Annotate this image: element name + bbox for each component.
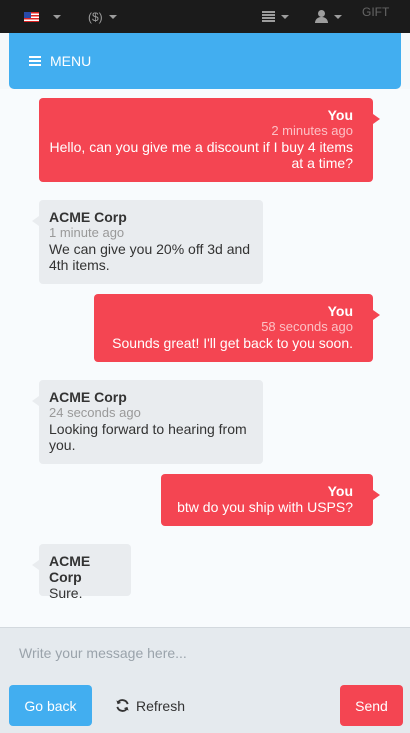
refresh-icon [116,699,129,712]
message-text: Sounds great! I'll get back to you soon. [112,335,353,351]
message-text: Sure. [49,585,83,601]
account-dropdown[interactable] [315,0,342,33]
nav-menu-dropdown[interactable] [262,0,289,33]
message-time: 58 seconds ago [261,319,353,334]
message-text: btw do you ship with USPS? [177,499,353,515]
message-time: 24 seconds ago [49,405,141,420]
chevron-down-icon [108,14,117,19]
message-author: ACME Corp [49,553,91,585]
menu-button[interactable]: MENU [9,33,401,89]
message-text: Hello, can you give me a discount if I b… [49,139,353,171]
language-dropdown[interactable] [24,0,61,33]
us-flag-icon [24,11,39,22]
message-time: 1 minute ago [49,225,125,240]
chevron-down-icon [281,14,289,19]
user-icon [315,10,328,23]
hamburger-icon [29,56,41,66]
go-back-button[interactable]: Go back [9,685,92,726]
chat-composer: Go back Refresh Send [0,627,410,733]
top-navbar: ($) GIFT [0,0,410,33]
refresh-label: Refresh [135,697,186,714]
menu-label: MENU [50,53,92,69]
chevron-down-icon [53,14,61,19]
currency-dropdown[interactable]: ($) [88,0,117,33]
message-bubble-outgoing: You 58 seconds ago Sounds great! I'll ge… [94,294,380,362]
message-text: We can give you 20% off 3d and 4th items… [49,241,251,273]
chevron-down-icon [334,14,342,19]
message-time: 2 minutes ago [271,123,353,138]
currency-label: ($) [88,9,103,24]
message-bubble-incoming: ACME Corp 1 minute ago We can give you 2… [32,200,263,284]
refresh-button[interactable]: Refresh [106,685,194,726]
message-input[interactable] [0,628,410,678]
message-author: You [327,303,353,319]
gift-link[interactable]: GIFT [362,0,389,33]
send-button[interactable]: Send [340,685,403,726]
list-icon [262,11,275,22]
message-bubble-outgoing: You btw do you ship with USPS? [161,474,380,526]
message-bubble-incoming: ACME Corp 24 seconds ago Looking forward… [32,380,263,464]
message-author: You [327,107,353,123]
message-text: Looking forward to hearing from you. [49,421,247,453]
message-bubble-outgoing: You 2 minutes ago Hello, can you give me… [39,98,380,182]
message-bubble-incoming: ACME Corp Sure. [32,544,131,601]
message-author: ACME Corp [49,389,127,405]
message-author: You [327,483,353,499]
message-author: ACME Corp [49,209,127,225]
chat-thread[interactable]: You 2 minutes ago Hello, can you give me… [0,89,410,627]
